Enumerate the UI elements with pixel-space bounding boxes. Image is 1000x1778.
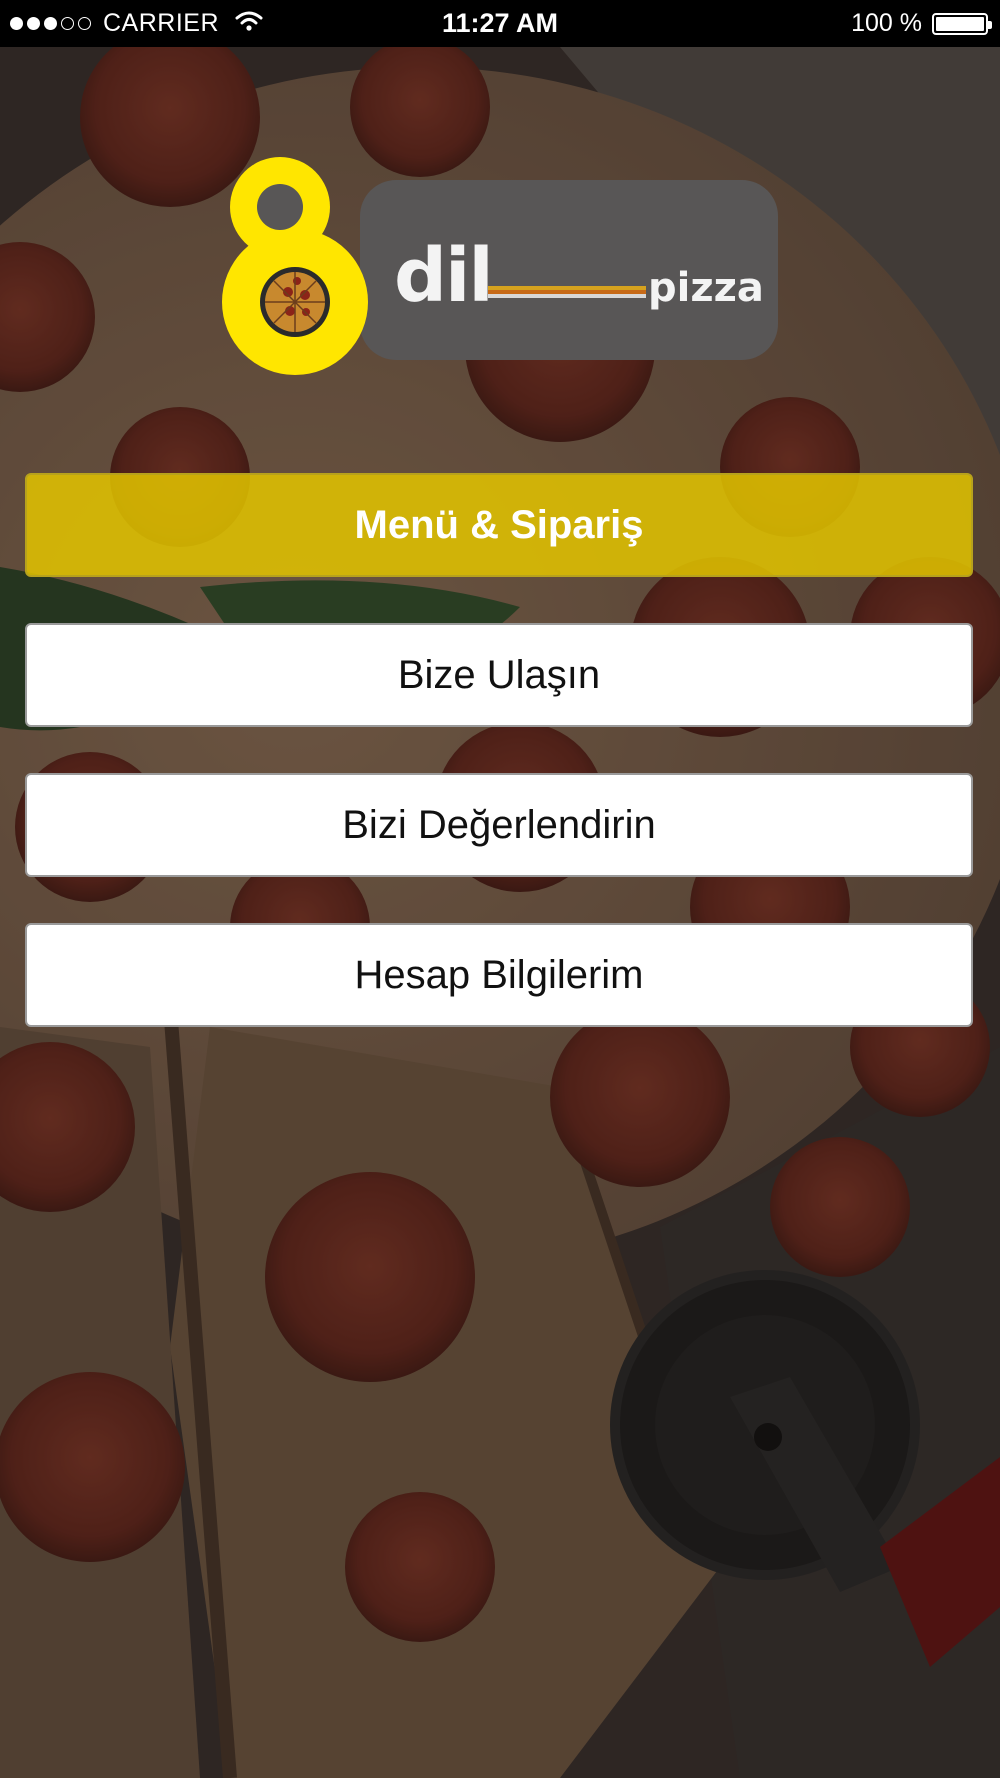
logo-stripe (488, 294, 646, 298)
menu-order-button[interactable]: Menü & Sipariş (25, 473, 973, 577)
rate-us-button[interactable]: Bizi Değerlendirin (25, 773, 973, 877)
contact-us-label: Bize Ulaşın (397, 652, 601, 697)
signal-dot-icon (27, 17, 40, 30)
brand-logo: dil pizza (220, 145, 780, 375)
battery-fill (936, 16, 984, 31)
carrier-name: CARRIER (103, 9, 220, 37)
menu-order-label: Menü & Sipariş (354, 502, 644, 547)
battery-cap (988, 20, 992, 29)
logo-text-pizza: pizza (648, 265, 764, 311)
status-left: CARRIER (10, 0, 263, 47)
battery-icon (932, 12, 992, 35)
logo-eight-icon (220, 145, 390, 380)
battery-percentage: 100 % (851, 9, 922, 37)
status-bar: CARRIER 11:27 AM 100 % (0, 0, 1000, 47)
signal-dot-icon (61, 17, 74, 30)
rate-us-label: Bizi Değerlendirin (342, 802, 656, 847)
signal-dot-icon (44, 17, 57, 30)
account-info-button[interactable]: Hesap Bilgilerim (25, 923, 973, 1027)
signal-dot-icon (78, 17, 91, 30)
signal-dot-icon (10, 17, 23, 30)
account-info-label: Hesap Bilgilerim (354, 952, 644, 997)
logo-text-dil: dil (394, 233, 494, 319)
wifi-icon (235, 10, 263, 37)
status-right: 100 % (851, 0, 992, 47)
logo-stripes (488, 286, 646, 298)
contact-us-button[interactable]: Bize Ulaşın (25, 623, 973, 727)
